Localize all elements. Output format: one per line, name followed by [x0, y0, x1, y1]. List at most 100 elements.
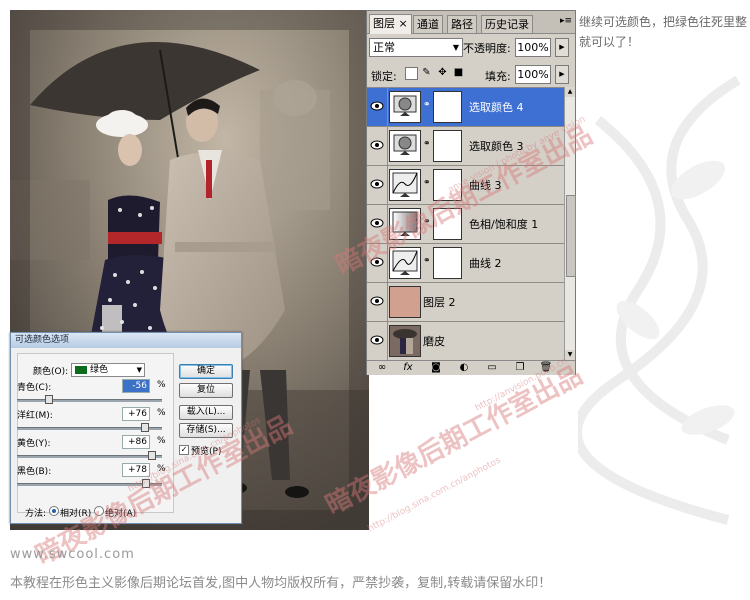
curves-icon [389, 247, 421, 279]
visibility-eye-icon[interactable] [367, 244, 388, 282]
mask-link-icon[interactable]: ⚭ [423, 139, 431, 149]
layers-list: ⚭ 选取颜色 4 ⚭ 选取颜色 3 ⚭ 曲线 3 ⚭ 色相/饱和度 1 ⚭ 曲线… [367, 87, 564, 361]
method-absolute-label: 绝对(A) [105, 509, 137, 519]
magenta-value-input[interactable]: +76 [122, 407, 150, 421]
yellow-slider-thumb[interactable] [147, 451, 156, 460]
lock-position-icon[interactable]: ✥ [437, 67, 448, 78]
mask-link-icon[interactable]: ⚭ [423, 100, 431, 110]
yellow-slider-track[interactable] [17, 455, 162, 458]
magenta-row: 洋红(M): +76 % [17, 407, 167, 421]
scroll-up-icon[interactable]: ▲ [565, 87, 575, 97]
layer-mask-thumbnail[interactable] [433, 247, 462, 279]
hue-saturation-icon [389, 208, 421, 240]
layers-scrollbar[interactable]: ▲ ▼ [564, 87, 576, 360]
fx-icon[interactable]: fx [401, 362, 415, 374]
cyan-value-input[interactable]: -56 [122, 379, 150, 393]
visibility-eye-icon[interactable] [367, 127, 388, 165]
load-button[interactable]: 载入(L)... [179, 405, 233, 420]
preview-checkbox[interactable]: ✓ [179, 445, 189, 455]
tab-close-icon[interactable]: × [399, 17, 408, 30]
colors-label: 颜色(O): [33, 367, 69, 377]
cyan-slider-track[interactable] [17, 399, 162, 402]
layer-mask-thumbnail[interactable] [433, 91, 462, 123]
trash-icon[interactable]: 🗑 [539, 362, 553, 374]
black-slider-track[interactable] [17, 483, 162, 486]
opacity-label: 不透明度: [463, 42, 511, 55]
new-layer-icon[interactable]: ❐ [513, 362, 527, 374]
adjustment-icon[interactable]: ◐ [457, 362, 471, 374]
cyan-percent: % [157, 380, 166, 390]
lock-label: 锁定: [371, 70, 397, 83]
panel-tabs: 图层 × 通道 路径 历史记录 ▸≡ [367, 11, 575, 34]
magenta-percent: % [157, 408, 166, 418]
fill-input[interactable]: 100% [515, 65, 551, 84]
curves-icon [389, 169, 421, 201]
save-button[interactable]: 存储(S)... [179, 423, 233, 438]
colors-dropdown-value: 绿色 [90, 365, 109, 375]
solid-fill-thumbnail [389, 286, 421, 318]
panel-menu-icon[interactable]: ▸≡ [560, 16, 572, 26]
visibility-eye-icon[interactable] [367, 283, 388, 321]
mask-link-icon[interactable]: ⚭ [423, 217, 431, 227]
fill-label: 填充: [485, 70, 511, 83]
mask-icon[interactable]: ◙ [429, 362, 443, 374]
opacity-input[interactable]: 100% [515, 38, 551, 57]
visibility-eye-icon[interactable] [367, 166, 388, 204]
method-label: 方法: [25, 509, 47, 519]
ok-button[interactable]: 确定 [179, 364, 233, 379]
scrollbar-thumb[interactable] [566, 195, 576, 277]
method-relative-label: 相对(R) [60, 509, 92, 519]
layer-hue-saturation-1[interactable]: ⚭ 色相/饱和度 1 [367, 205, 564, 244]
layer-name: 选取颜色 4 [469, 101, 524, 114]
fill-slider-toggle[interactable]: ▶ [555, 65, 569, 84]
layer-curves-3[interactable]: ⚭ 曲线 3 [367, 166, 564, 205]
scroll-down-icon[interactable]: ▼ [565, 350, 575, 360]
layer-curves-2[interactable]: ⚭ 曲线 2 [367, 244, 564, 283]
reset-button[interactable]: 复位 [179, 383, 233, 398]
layer-mask-thumbnail[interactable] [433, 169, 462, 201]
panel-footer: ∞ fx ◙ ◐ ▭ ❐ 🗑 [367, 360, 575, 375]
layer-name: 曲线 3 [469, 179, 502, 192]
mask-link-icon[interactable]: ⚭ [423, 178, 431, 188]
cyan-row: 青色(C): -56 % [17, 379, 167, 393]
tab-history[interactable]: 历史记录 [481, 15, 533, 33]
layer-name: 曲线 2 [469, 257, 502, 270]
folder-icon[interactable]: ▭ [485, 362, 499, 374]
mask-link-icon[interactable]: ⚭ [423, 256, 431, 266]
lock-pixels-icon[interactable]: ✎ [421, 67, 432, 78]
layer-skin-smoothing[interactable]: 磨皮 [367, 322, 564, 361]
dialog-options-group [17, 353, 174, 513]
layer-layer-2[interactable]: 图层 2 [367, 283, 564, 322]
opacity-slider-toggle[interactable]: ▶ [555, 38, 569, 57]
visibility-eye-icon[interactable] [367, 205, 388, 243]
black-label: 黑色(B): [17, 467, 52, 477]
layer-selective-color-3[interactable]: ⚭ 选取颜色 3 [367, 127, 564, 166]
site-url: www.swcool.com [10, 547, 135, 562]
layer-mask-thumbnail[interactable] [433, 130, 462, 162]
copyright-caption: 本教程在形色主义影像后期论坛首发,图中人物均版权所有，严禁抄袭，复制,转载请保留… [10, 576, 552, 591]
layer-name: 选取颜色 3 [469, 140, 524, 153]
visibility-eye-icon[interactable] [367, 322, 388, 360]
magenta-label: 洋红(M): [17, 411, 53, 421]
tab-channels[interactable]: 通道 [413, 15, 443, 33]
tab-layers[interactable]: 图层 × [369, 14, 412, 34]
magenta-slider-thumb[interactable] [140, 423, 149, 432]
layer-selective-color-4[interactable]: ⚭ 选取颜色 4 [367, 88, 564, 127]
method-relative-radio[interactable] [49, 506, 59, 516]
tab-paths[interactable]: 路径 [447, 15, 477, 33]
blend-mode-dropdown[interactable]: 正常 ▼ [369, 38, 463, 57]
lock-all-icon[interactable]: ■ [453, 67, 464, 78]
layer-mask-thumbnail[interactable] [433, 208, 462, 240]
cyan-slider-thumb[interactable] [44, 395, 53, 404]
black-slider-thumb[interactable] [142, 479, 151, 488]
yellow-value-input[interactable]: +86 [122, 435, 150, 449]
color-swatch [75, 366, 87, 374]
black-value-input[interactable]: +78 [122, 463, 150, 477]
method-absolute-radio[interactable] [94, 506, 104, 516]
link-icon[interactable]: ∞ [375, 362, 389, 374]
selective-color-dialog: 可选颜色选项 颜色(O): 绿色 ▼ 青色(C): -56 % 洋红(M): +… [10, 332, 242, 524]
lock-transparency-icon[interactable] [405, 67, 418, 80]
cyan-label: 青色(C): [17, 383, 52, 393]
visibility-eye-icon[interactable] [367, 88, 388, 126]
colors-dropdown[interactable]: 绿色 ▼ [71, 363, 145, 377]
